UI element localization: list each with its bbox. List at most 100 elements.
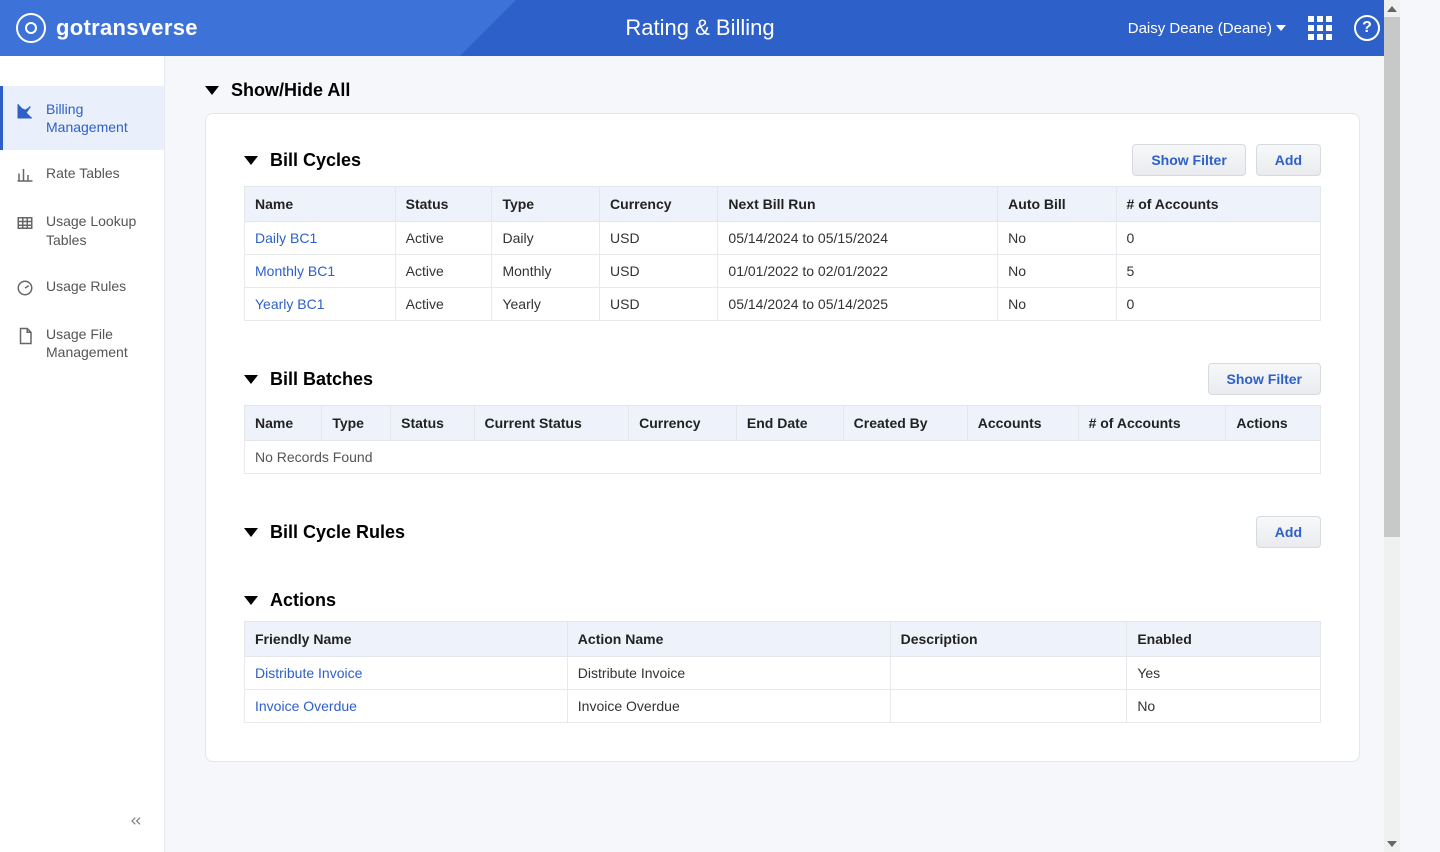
table-row: Yearly BC1 Active Yearly USD 05/14/2024 … — [245, 288, 1321, 321]
th-status[interactable]: Status — [391, 406, 474, 441]
header-right: Daisy Deane (Deane) ? — [1128, 15, 1400, 41]
sidebar-item-usage-lookup-tables[interactable]: Usage Lookup Tables — [0, 198, 164, 262]
cell-accounts: 0 — [1116, 222, 1320, 255]
bill-cycle-link[interactable]: Yearly BC1 — [255, 296, 325, 312]
bill-cycle-rules-title: Bill Cycle Rules — [270, 522, 405, 543]
sidebar-item-rate-tables[interactable]: Rate Tables — [0, 150, 164, 198]
bill-cycles-toggle[interactable]: Bill Cycles — [244, 150, 361, 171]
cell-action-name: Invoice Overdue — [567, 690, 890, 723]
th-name[interactable]: Name — [245, 406, 322, 441]
th-type[interactable]: Type — [492, 187, 600, 222]
sidebar-item-billing-management[interactable]: Billing Management — [0, 86, 164, 150]
no-records-row: No Records Found — [245, 441, 1321, 474]
cell-currency: USD — [600, 222, 718, 255]
th-currency[interactable]: Currency — [600, 187, 718, 222]
show-filter-button[interactable]: Show Filter — [1208, 363, 1321, 395]
sidebar-collapse-button[interactable] — [128, 813, 144, 834]
triangle-down-icon — [244, 156, 258, 165]
th-accounts[interactable]: Accounts — [967, 406, 1078, 441]
th-actions[interactable]: Actions — [1226, 406, 1321, 441]
th-enabled[interactable]: Enabled — [1127, 622, 1321, 657]
sidebar-item-label: Billing Management — [46, 100, 152, 136]
show-filter-button[interactable]: Show Filter — [1132, 144, 1245, 176]
triangle-down-icon — [244, 528, 258, 537]
no-records-text: No Records Found — [245, 441, 1321, 474]
panel-bill-batches: Bill Batches Show Filter Name Type Statu… — [244, 363, 1321, 474]
bar-chart-icon — [16, 166, 34, 184]
table-icon — [16, 214, 34, 232]
header-left: gotransverse — [0, 0, 460, 56]
chart-line-icon — [16, 102, 34, 120]
th-next-run[interactable]: Next Bill Run — [718, 187, 998, 222]
table-row: Daily BC1 Active Daily USD 05/14/2024 to… — [245, 222, 1321, 255]
th-auto-bill[interactable]: Auto Bill — [998, 187, 1116, 222]
cell-currency: USD — [600, 255, 718, 288]
add-button[interactable]: Add — [1256, 144, 1321, 176]
th-current-status[interactable]: Current Status — [474, 406, 629, 441]
cell-status: Active — [395, 288, 492, 321]
help-icon[interactable]: ? — [1354, 15, 1380, 41]
sidebar: Billing Management Rate Tables Usage Loo… — [0, 56, 165, 852]
th-created-by[interactable]: Created By — [843, 406, 967, 441]
table-row: Distribute Invoice Distribute Invoice Ye… — [245, 657, 1321, 690]
cell-action-name: Distribute Invoice — [567, 657, 890, 690]
th-description[interactable]: Description — [890, 622, 1127, 657]
sidebar-item-usage-file-management[interactable]: Usage File Management — [0, 311, 164, 375]
actions-title: Actions — [270, 590, 336, 611]
bill-cycle-rules-toggle[interactable]: Bill Cycle Rules — [244, 522, 405, 543]
triangle-down-icon — [244, 596, 258, 605]
cell-auto-bill: No — [998, 255, 1116, 288]
th-num-accounts[interactable]: # of Accounts — [1078, 406, 1226, 441]
show-hide-all-toggle[interactable]: Show/Hide All — [205, 80, 1360, 101]
user-name: Daisy Deane (Deane) — [1128, 20, 1272, 37]
cell-next-run: 05/14/2024 to 05/14/2025 — [718, 288, 998, 321]
cell-description — [890, 657, 1127, 690]
cell-auto-bill: No — [998, 222, 1116, 255]
brand-logo[interactable]: gotransverse — [16, 13, 198, 43]
actions-toggle[interactable]: Actions — [244, 590, 336, 611]
cell-description — [890, 690, 1127, 723]
panel-bill-cycles: Bill Cycles Show Filter Add Name Status — [244, 144, 1321, 321]
th-type[interactable]: Type — [322, 406, 391, 441]
bill-batches-title: Bill Batches — [270, 369, 373, 390]
cell-status: Active — [395, 222, 492, 255]
cell-accounts: 5 — [1116, 255, 1320, 288]
table-row: Invoice Overdue Invoice Overdue No — [245, 690, 1321, 723]
cell-currency: USD — [600, 288, 718, 321]
th-accounts[interactable]: # of Accounts — [1116, 187, 1320, 222]
th-name[interactable]: Name — [245, 187, 396, 222]
cell-status: Active — [395, 255, 492, 288]
sidebar-item-label: Rate Tables — [46, 164, 120, 182]
th-currency[interactable]: Currency — [629, 406, 737, 441]
sidebar-item-usage-rules[interactable]: Usage Rules — [0, 263, 164, 311]
apps-grid-icon[interactable] — [1308, 16, 1332, 40]
app-header: gotransverse Rating & Billing Daisy Dean… — [0, 0, 1400, 56]
show-hide-all-title: Show/Hide All — [231, 80, 350, 101]
th-friendly-name[interactable]: Friendly Name — [245, 622, 568, 657]
add-button[interactable]: Add — [1256, 516, 1321, 548]
scroll-down-icon[interactable] — [1384, 835, 1400, 852]
sidebar-item-label: Usage Lookup Tables — [46, 212, 152, 248]
th-action-name[interactable]: Action Name — [567, 622, 890, 657]
content-card: Bill Cycles Show Filter Add Name Status — [205, 113, 1360, 762]
gauge-icon — [16, 279, 34, 297]
bill-batches-table: Name Type Status Current Status Currency… — [244, 405, 1321, 474]
action-link[interactable]: Distribute Invoice — [255, 665, 362, 681]
bill-cycle-link[interactable]: Monthly BC1 — [255, 263, 335, 279]
action-link[interactable]: Invoice Overdue — [255, 698, 357, 714]
cell-accounts: 0 — [1116, 288, 1320, 321]
sidebar-item-label: Usage File Management — [46, 325, 152, 361]
scroll-thumb[interactable] — [1384, 17, 1400, 537]
window-scrollbar[interactable] — [1384, 0, 1400, 852]
user-menu[interactable]: Daisy Deane (Deane) — [1128, 20, 1286, 37]
triangle-down-icon — [205, 86, 219, 95]
th-end-date[interactable]: End Date — [736, 406, 843, 441]
table-row: Monthly BC1 Active Monthly USD 01/01/202… — [245, 255, 1321, 288]
bill-cycles-table: Name Status Type Currency Next Bill Run … — [244, 186, 1321, 321]
file-icon — [16, 327, 34, 345]
cell-type: Monthly — [492, 255, 600, 288]
bill-batches-toggle[interactable]: Bill Batches — [244, 369, 373, 390]
th-status[interactable]: Status — [395, 187, 492, 222]
chevron-down-icon — [1276, 25, 1286, 31]
bill-cycle-link[interactable]: Daily BC1 — [255, 230, 317, 246]
